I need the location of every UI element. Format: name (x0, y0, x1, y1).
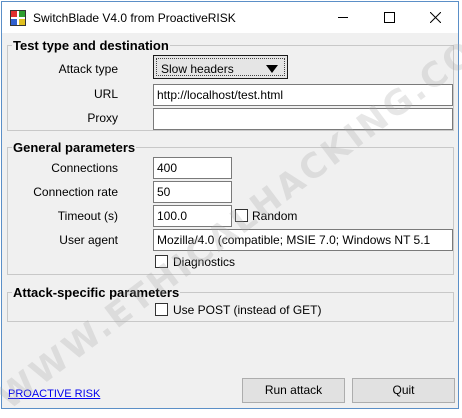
diagnostics-label: Diagnostics (173, 255, 236, 269)
window-title: SwitchBlade V4.0 from ProactiveRISK (33, 11, 236, 25)
connection-rate-label: Connection rate (33, 185, 118, 199)
client-area: Test type and destination Attack type Sl… (2, 33, 458, 408)
random-label: Random (252, 209, 298, 223)
quit-button[interactable]: Quit (352, 378, 455, 403)
attack-type-value: Slow headers (161, 62, 234, 76)
chevron-down-icon (266, 65, 278, 73)
diagnostics-checkbox[interactable] (155, 255, 168, 268)
timeout-label: Timeout (s) (57, 209, 118, 223)
general-group-title: General parameters (12, 140, 137, 155)
attack-type-label: Attack type (58, 62, 118, 76)
close-button[interactable] (412, 2, 458, 33)
timeout-input[interactable]: 100.0 (153, 205, 232, 227)
url-input[interactable]: http://localhost/test.html (153, 84, 453, 106)
proxy-input[interactable] (153, 108, 453, 130)
test-type-group-title: Test type and destination (12, 38, 170, 53)
attack-type-select[interactable]: Slow headers (153, 55, 288, 79)
close-icon (430, 12, 441, 23)
run-attack-button[interactable]: Run attack (242, 378, 345, 403)
user-agent-input[interactable]: Mozilla/4.0 (compatible; MSIE 7.0; Windo… (153, 229, 453, 251)
random-checkbox[interactable] (235, 209, 248, 222)
use-post-label: Use POST (instead of GET) (173, 303, 322, 317)
title-bar[interactable]: SwitchBlade V4.0 from ProactiveRISK (2, 2, 458, 33)
minimize-button[interactable] (320, 2, 366, 33)
app-window: SwitchBlade V4.0 from ProactiveRISK Test… (1, 1, 459, 409)
connections-input[interactable]: 400 (153, 157, 232, 179)
url-label: URL (93, 87, 118, 101)
attack-type-focus-rect: Slow headers (156, 58, 285, 76)
connections-label: Connections (51, 161, 118, 175)
maximize-icon (384, 12, 395, 23)
connection-rate-input[interactable]: 50 (153, 181, 232, 203)
minimize-icon (338, 17, 348, 18)
app-icon (10, 10, 26, 26)
maximize-button[interactable] (366, 2, 412, 33)
proactive-risk-link[interactable]: PROACTIVE RISK (8, 388, 100, 400)
use-post-checkbox[interactable] (155, 303, 168, 316)
user-agent-label: User agent (59, 233, 118, 247)
proxy-label: Proxy (87, 111, 118, 125)
attack-specific-group-title: Attack-specific parameters (12, 285, 181, 300)
